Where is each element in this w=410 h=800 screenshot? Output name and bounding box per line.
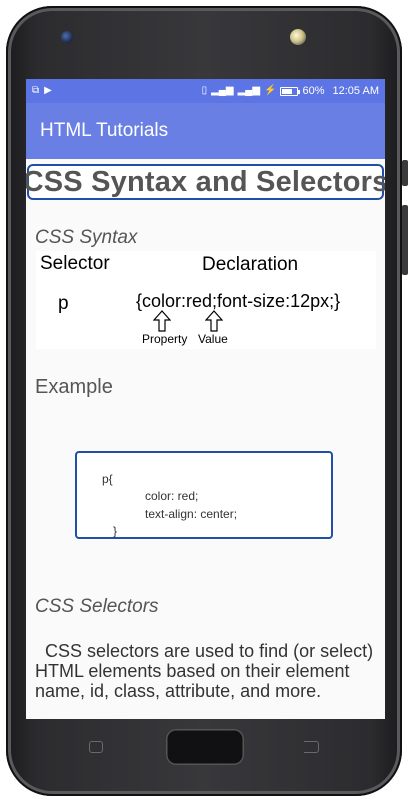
screen: ⧉ ▶ ▯ ▂▄▆ ▂▄▆ ⚡ 60% 12:05 AM HTML Tutori… xyxy=(26,79,385,719)
value-arrow-icon xyxy=(205,310,223,332)
youtube-icon: ▶ xyxy=(44,85,52,96)
app-bar: HTML Tutorials xyxy=(26,103,385,159)
value-label: Value xyxy=(198,332,228,346)
property-arrow-icon xyxy=(153,310,171,332)
code-line: text-align: center; xyxy=(145,507,238,521)
declaration-label: Declaration xyxy=(202,254,299,275)
battery-icon xyxy=(280,86,301,96)
css-selectors-heading: CSS Selectors xyxy=(35,596,159,617)
page-title: CSS Syntax and Selectors xyxy=(26,165,385,198)
back-icon[interactable] xyxy=(304,741,319,753)
app-title: HTML Tutorials xyxy=(40,120,169,141)
signal-icon-2: ▂▄▆ xyxy=(237,85,261,96)
front-sensor xyxy=(61,31,73,43)
selector-label: Selector xyxy=(40,253,110,274)
cast-icon: ⧉ xyxy=(32,85,40,96)
code-line: p{ xyxy=(102,472,113,486)
css-selectors-paragraph: CSS selectors are used to find (or selec… xyxy=(35,641,380,701)
css-syntax-diagram: Selector Declaration p {color:red;font-s… xyxy=(36,251,376,349)
battery-percent: 60% xyxy=(302,85,325,97)
css-syntax-heading: CSS Syntax xyxy=(35,227,138,248)
example-heading: Example xyxy=(35,376,113,398)
recent-apps-icon[interactable] xyxy=(89,741,103,753)
front-camera xyxy=(290,29,306,45)
declaration-value: {color:red;font-size:12px;} xyxy=(136,291,341,311)
vibrate-icon: ▯ xyxy=(201,85,208,96)
css-selectors-text: CSS selectors are used to find (or selec… xyxy=(35,641,374,701)
content[interactable]: CSS Syntax and Selectors CSS Syntax Sele… xyxy=(26,164,385,701)
selector-value: p xyxy=(58,293,69,314)
code-line: color: red; xyxy=(145,489,199,503)
page-title-box: CSS Syntax and Selectors xyxy=(26,164,385,200)
clock: 12:05 AM xyxy=(332,85,379,97)
code-line: } xyxy=(113,524,118,538)
property-label: Property xyxy=(142,332,188,346)
power-button xyxy=(402,160,408,186)
charging-icon: ⚡ xyxy=(264,85,277,96)
home-button[interactable] xyxy=(166,729,244,765)
example-code-box: p{ color: red; text-align: center; } xyxy=(75,451,333,539)
volume-button xyxy=(402,205,408,275)
status-bar: ⧉ ▶ ▯ ▂▄▆ ▂▄▆ ⚡ 60% 12:05 AM xyxy=(26,79,385,103)
signal-icon: ▂▄▆ xyxy=(211,85,234,96)
